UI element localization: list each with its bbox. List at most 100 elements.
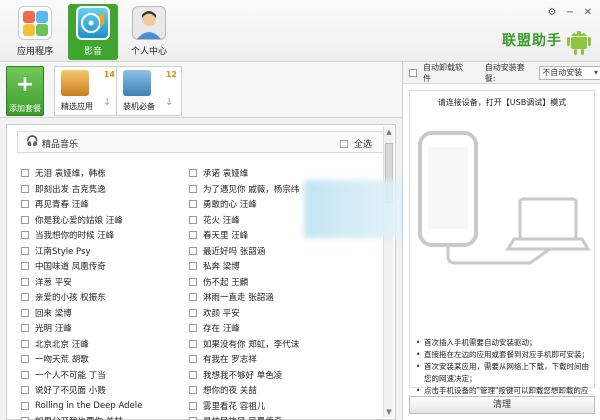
nav-user[interactable]: 个人中心 [124, 4, 174, 60]
song-item[interactable]: 想你的夜 关喆 [189, 383, 257, 397]
song-item[interactable]: 说好了不见面 小贱 [21, 383, 106, 397]
song-item[interactable]: 你是我心爱的姑娘 汪峰 [21, 213, 123, 227]
song-item[interactable]: 北京北京 汪峰 [21, 337, 89, 351]
song-label: 回来 梁博 [35, 308, 72, 319]
song-checkbox[interactable] [189, 215, 197, 224]
song-item[interactable]: 我想我不够好 单色凌 [189, 368, 282, 382]
song-item[interactable]: 光明 汪峰 [21, 321, 72, 335]
song-checkbox[interactable] [189, 246, 197, 255]
song-item[interactable]: 存在 汪峰 [189, 321, 240, 335]
song-checkbox[interactable] [189, 355, 197, 363]
song-label: 想你的夜 关喆 [203, 386, 257, 396]
select-all[interactable]: 全选 [339, 137, 372, 150]
song-checkbox[interactable] [21, 246, 29, 255]
scroll-down-icon[interactable]: ▼ [384, 407, 394, 417]
nav-media-label: 影音 [83, 47, 102, 57]
song-label: 即刻出发 古克隽逸 [35, 184, 106, 195]
song-checkbox[interactable] [21, 293, 29, 301]
song-item[interactable]: 有我在 罗志祥 [189, 352, 257, 366]
song-checkbox[interactable] [21, 231, 29, 239]
song-checkbox[interactable] [21, 386, 29, 394]
song-item[interactable]: 勇敢的心 汪峰 [189, 197, 257, 211]
song-checkbox[interactable] [189, 324, 197, 332]
song-item[interactable]: 江南Style Psy [21, 244, 91, 258]
song-checkbox[interactable] [21, 277, 29, 286]
song-label: 光明 汪峰 [35, 324, 72, 334]
song-item[interactable]: 淋雨一直走 张韶涵 [189, 290, 274, 304]
scroll-up-icon[interactable]: ▲ [384, 127, 394, 137]
song-item[interactable]: 如果分开我也要你 关喆 [21, 414, 123, 420]
gear-icon[interactable]: ⚙ [546, 6, 558, 18]
song-item[interactable]: 无泪 袁娅维，韩栋 [21, 166, 106, 180]
select-all-checkbox[interactable] [339, 139, 348, 148]
song-checkbox[interactable] [21, 169, 29, 177]
song-item[interactable]: 洋葱 平安 [21, 275, 72, 289]
auto-uninstall-checkbox[interactable] [409, 68, 417, 77]
scrollbar[interactable]: ▲ ▼ [383, 127, 393, 417]
song-item[interactable]: 如果没有你 郑虹，李代沫 [189, 337, 299, 351]
package-label: 精选应用 [61, 102, 93, 111]
song-checkbox[interactable] [21, 308, 29, 317]
song-item[interactable]: 花火 汪峰 [189, 213, 240, 227]
song-item[interactable]: 承诺 袁娅维 [189, 166, 248, 180]
song-checkbox[interactable] [189, 262, 197, 270]
select-all-label: 全选 [353, 140, 372, 150]
package-label: 装机必备 [123, 102, 155, 111]
song-checkbox[interactable] [21, 200, 29, 208]
song-checkbox[interactable] [189, 293, 197, 301]
package-essentials[interactable]: 12 装机必备 ↓ [116, 66, 182, 116]
song-item[interactable]: 中国味道 凤凰传奇 [21, 259, 106, 273]
song-checkbox[interactable] [21, 184, 29, 193]
song-item[interactable]: 为了遇见你 戚薇，杨宗纬 [189, 182, 299, 196]
nav-apps[interactable]: 应用程序 [10, 4, 60, 60]
song-checkbox[interactable] [21, 401, 29, 410]
song-checkbox[interactable] [189, 184, 197, 193]
song-item[interactable]: 最炫民族风 凤凰传奇 [189, 414, 282, 420]
song-item[interactable]: 最近好吗 张韶涵 [189, 244, 265, 258]
song-checkbox[interactable] [21, 339, 29, 348]
song-checkbox[interactable] [189, 277, 197, 286]
song-item[interactable]: 欢颜 平安 [189, 306, 240, 320]
song-item[interactable]: 私奔 梁博 [189, 259, 240, 273]
song-item[interactable]: 再见青春 汪峰 [21, 197, 89, 211]
download-arrow-icon[interactable]: ↓ [165, 97, 175, 109]
song-checkbox[interactable] [189, 308, 197, 317]
song-checkbox[interactable] [189, 200, 197, 208]
song-checkbox[interactable] [189, 339, 197, 348]
close-icon[interactable]: ✕ [582, 6, 594, 18]
song-checkbox[interactable] [189, 370, 197, 379]
song-checkbox[interactable] [189, 386, 197, 394]
media-icon [76, 6, 110, 40]
clear-button[interactable]: 清理 [409, 396, 595, 414]
song-checkbox[interactable] [189, 169, 197, 177]
package-count: 12 [165, 70, 177, 79]
add-package-button[interactable]: + 添加套餐 [6, 66, 44, 116]
song-item[interactable]: 亲爱的小孩 权振东 [21, 290, 106, 304]
song-checkbox[interactable] [21, 324, 29, 332]
window-controls: ⚙ − ✕ [546, 6, 594, 18]
auto-install-select[interactable]: 不自动安装 [539, 65, 600, 80]
nav-media[interactable]: 影音 [68, 4, 118, 60]
song-checkbox[interactable] [21, 370, 29, 379]
song-item[interactable]: 即刻出发 古克隽逸 [21, 182, 106, 196]
song-item[interactable]: 伤不起 王麟 [189, 275, 248, 289]
song-label: 为了遇见你 戚薇，杨宗纬 [203, 184, 300, 195]
headphones-icon: 🎧 [26, 136, 39, 147]
song-item[interactable]: 春天里 汪峰 [189, 228, 248, 242]
song-checkbox[interactable] [189, 231, 197, 239]
song-checkbox[interactable] [21, 355, 29, 363]
song-checkbox[interactable] [21, 215, 29, 224]
song-item[interactable]: 雾里看花 容祖儿 [189, 399, 265, 413]
song-label: 雾里看花 容祖儿 [203, 401, 266, 412]
song-checkbox[interactable] [21, 262, 29, 270]
song-item[interactable]: 一吻天荒 胡歌 [21, 352, 89, 366]
song-label: Rolling in the Deep Adele [35, 400, 143, 411]
minimize-icon[interactable]: − [564, 6, 576, 18]
song-item[interactable]: 当我想你的时候 汪峰 [21, 228, 114, 242]
song-item[interactable]: Rolling in the Deep Adele [21, 399, 142, 413]
package-featured-apps[interactable]: 14 精选应用 ↓ [54, 66, 120, 116]
song-checkbox[interactable] [189, 401, 197, 410]
song-item[interactable]: 一个人不可能 丁当 [21, 368, 106, 382]
download-arrow-icon[interactable]: ↓ [103, 97, 113, 109]
song-item[interactable]: 回来 梁博 [21, 306, 72, 320]
